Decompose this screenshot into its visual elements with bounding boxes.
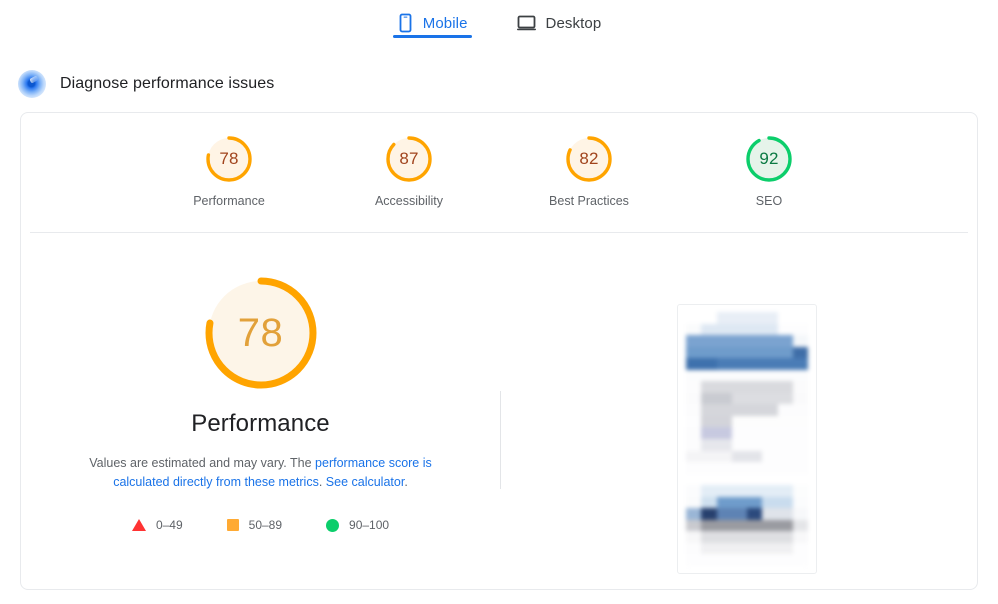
description-text-part3: .: [404, 475, 408, 489]
score-legend: 0–49 50–89 90–100: [131, 518, 389, 532]
page-title: Diagnose performance issues: [60, 75, 275, 92]
square-icon: [226, 519, 239, 531]
gauge-performance-value: 78: [219, 149, 239, 168]
gauge-performance-label: Performance: [193, 194, 265, 208]
primary-score-section: 78 Performance Values are estimated and …: [21, 273, 500, 532]
gauge-seo: 92: [743, 133, 795, 185]
gauge-best-practices-value: 82: [579, 149, 599, 168]
description-text-part2: .: [318, 475, 326, 489]
legend-label-good: 90–100: [349, 518, 390, 532]
legend-item-good: 90–100: [326, 518, 389, 532]
tab-mobile-label: Mobile: [422, 14, 468, 32]
gauge-accessibility: 87: [383, 133, 435, 185]
gauge-performance: 78: [203, 133, 255, 185]
page-screenshot-thumbnail[interactable]: [677, 304, 817, 574]
tab-desktop-label: Desktop: [545, 14, 602, 32]
thumbnail-blurred-content: [686, 312, 808, 566]
description-text-part1: Values are estimated and may vary. The: [89, 456, 316, 470]
gauge-best-practices: 82: [563, 133, 615, 185]
lighthouse-icon: [18, 70, 46, 98]
category-score-best-practices[interactable]: 82 Best Practices: [529, 133, 649, 208]
gauge-accessibility-label: Accessibility: [374, 194, 444, 208]
gauge-seo-value: 92: [759, 149, 779, 168]
legend-item-average: 50–89: [226, 518, 283, 532]
circle-icon: [326, 518, 340, 532]
gauge-primary-value: 78: [237, 310, 284, 355]
gauge-best-practices-label: Best Practices: [549, 194, 629, 208]
category-score-performance[interactable]: 78 Performance: [169, 133, 289, 208]
category-score-seo[interactable]: 92 SEO: [709, 133, 829, 208]
category-score-strip: 78 Performance 87 Accessibility 82 Best …: [21, 133, 977, 208]
tab-desktop[interactable]: Desktop: [512, 0, 606, 38]
legend-label-average: 50–89: [248, 518, 283, 532]
gauge-primary-performance: 78: [201, 273, 321, 393]
primary-score-description: Values are estimated and may vary. The p…: [61, 454, 461, 492]
see-calculator-link[interactable]: See calculator: [326, 475, 405, 489]
desktop-monitor-icon: [516, 13, 537, 33]
gauge-seo-label: SEO: [755, 194, 783, 208]
legend-label-poor: 0–49: [155, 518, 183, 532]
lighthouse-results-card: 78 Performance 87 Accessibility 82 Best …: [20, 112, 978, 590]
mobile-phone-icon: [397, 13, 414, 33]
diagnose-heading: Diagnose performance issues: [18, 70, 274, 98]
tab-active-underline: [392, 35, 472, 38]
vertical-divider: [500, 391, 501, 489]
legend-item-poor: 0–49: [131, 518, 183, 532]
category-score-accessibility[interactable]: 87 Accessibility: [349, 133, 469, 208]
section-divider: [30, 232, 968, 233]
primary-score-title: Performance: [191, 410, 330, 437]
gauge-accessibility-value: 87: [399, 149, 419, 168]
tab-mobile[interactable]: Mobile: [392, 0, 472, 38]
triangle-icon: [131, 519, 146, 531]
platform-tabs: Mobile Desktop: [0, 0, 998, 46]
